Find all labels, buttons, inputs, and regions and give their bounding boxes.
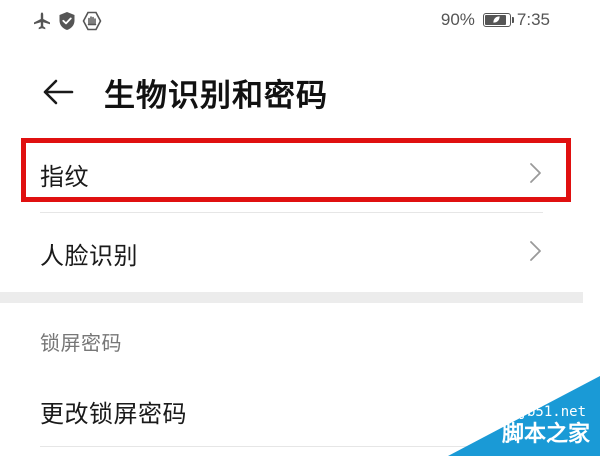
shield-icon — [58, 11, 76, 31]
list-item-label: 更改锁屏密码 — [40, 400, 187, 428]
battery-icon — [482, 13, 514, 27]
settings-screen: 90% 7:35 生物识别和密码 指纹 人脸识别 锁屏密码 更改锁屏密码 jb5… — [0, 0, 600, 456]
leaf-icon — [493, 16, 500, 23]
divider — [40, 212, 543, 213]
section-separator — [0, 292, 583, 303]
arrow-left-icon — [43, 79, 74, 105]
status-bar: 90% 7:35 — [0, 0, 600, 42]
page-title: 生物识别和密码 — [104, 78, 328, 114]
list-item-face-recognition[interactable]: 人脸识别 — [0, 214, 600, 288]
battery-percent: 90% — [440, 10, 475, 29]
status-right: 90% 7:35 — [441, 10, 550, 30]
highlight-box — [21, 138, 571, 202]
back-button[interactable] — [38, 72, 78, 112]
status-icons — [32, 11, 102, 31]
clock-time: 7:35 — [516, 10, 550, 29]
list-item-label: 人脸识别 — [40, 242, 138, 270]
section-header-lock-password: 锁屏密码 — [40, 331, 122, 355]
chevron-right-icon — [530, 241, 541, 261]
airplane-icon — [32, 11, 52, 31]
hand-icon — [82, 11, 102, 31]
watermark: jb51.net 脚本之家 — [440, 376, 600, 456]
app-header: 生物识别和密码 — [0, 62, 600, 122]
watermark-name: 脚本之家 — [501, 422, 590, 447]
